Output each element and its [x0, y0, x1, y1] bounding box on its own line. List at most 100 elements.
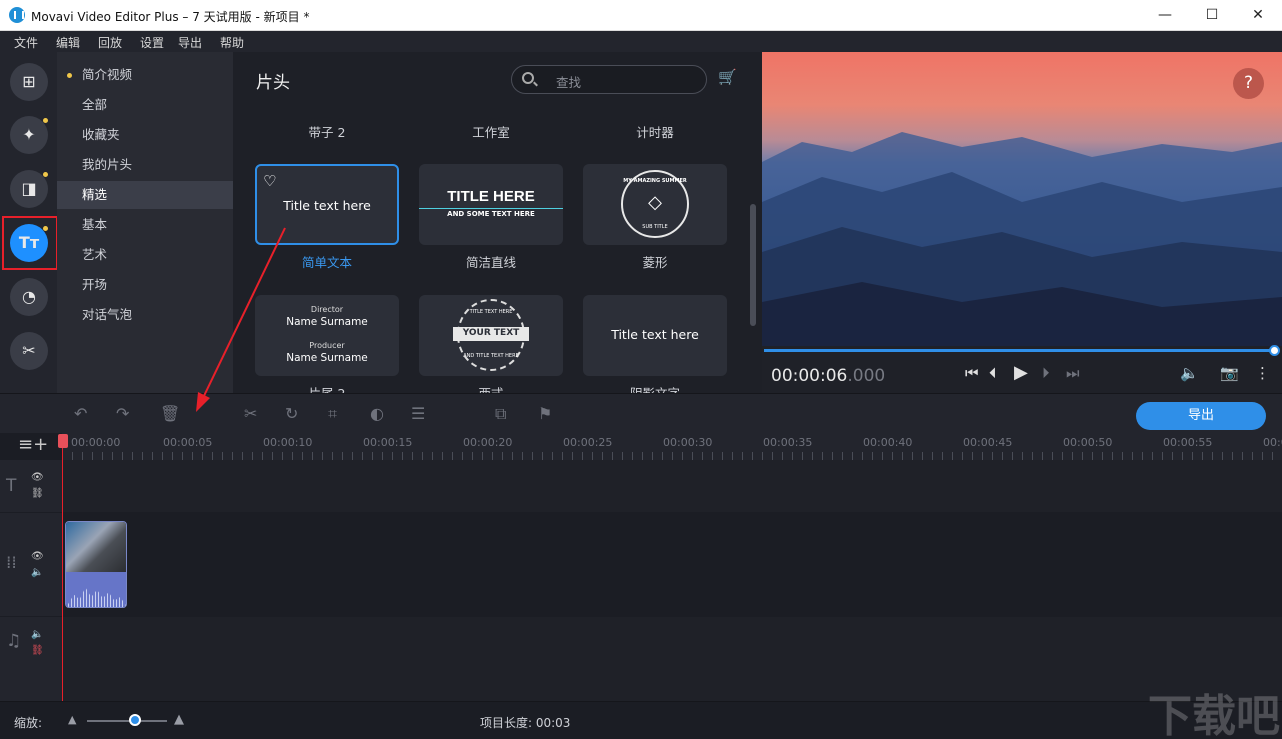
- tile-label-studio[interactable]: 工作室: [419, 122, 563, 141]
- title-tile-clean-line[interactable]: TITLE HERE AND SOME TEXT HERE: [419, 164, 563, 245]
- credits-role: Director: [310, 305, 344, 314]
- credits-name: Name Surname: [286, 316, 368, 328]
- zoom-slider-knob[interactable]: [129, 714, 141, 726]
- tile-label-timer[interactable]: 计时器: [583, 122, 727, 141]
- category-all[interactable]: 全部: [57, 91, 233, 119]
- title-tile-shadow-text[interactable]: Title text here: [583, 295, 727, 376]
- window-title: Movavi Video Editor Plus – 7 天试用版 - 新项目 …: [31, 10, 310, 24]
- close-button[interactable]: ✕: [1235, 0, 1281, 31]
- menu-playback[interactable]: 回放: [98, 34, 122, 51]
- color-adjust-icon[interactable]: ◐: [370, 404, 384, 423]
- minimize-button[interactable]: —: [1142, 0, 1188, 31]
- eye-icon[interactable]: 👁: [31, 472, 44, 483]
- cart-icon[interactable]: 🛒: [718, 68, 738, 86]
- tile-preview-text: Title text here: [283, 198, 371, 213]
- more-options-icon[interactable]: ⋮: [1255, 364, 1270, 382]
- transition-icon[interactable]: ◨: [10, 170, 48, 208]
- overlay-icon[interactable]: ⧉: [495, 404, 506, 424]
- magic-wand-icon[interactable]: ✦: [10, 116, 48, 154]
- title-tile-credits-2[interactable]: Director Name Surname Producer Name Surn…: [255, 295, 399, 376]
- zoom-in-icon[interactable]: ▲: [174, 712, 184, 727]
- category-list: 简介视频 全部 收藏夹 我的片头 精选 基本 艺术 开场 对话气泡: [57, 52, 233, 393]
- video-clip[interactable]: [65, 521, 127, 608]
- marker-flag-icon[interactable]: ⚑: [538, 404, 552, 423]
- tile-preview-line2: AND SOME TEXT HERE: [447, 210, 535, 218]
- music-note-icon: ♫: [6, 631, 22, 651]
- category-opening[interactable]: 开场: [57, 271, 233, 299]
- import-icon[interactable]: ⊞: [10, 63, 48, 101]
- timeline-ruler[interactable]: 00:00:00 00:00:05 00:00:10 00:00:15 00:0…: [62, 433, 1282, 460]
- cut-icon[interactable]: ✂: [244, 404, 257, 423]
- menu-file[interactable]: 文件: [14, 34, 38, 51]
- redo-icon[interactable]: ↷: [116, 404, 129, 423]
- rotate-icon[interactable]: ↻: [285, 404, 298, 423]
- volume-icon[interactable]: 🔈: [1180, 364, 1199, 382]
- tile-caption-clean-line: 简洁直线: [465, 255, 516, 270]
- zoom-out-icon[interactable]: ▲: [68, 713, 76, 726]
- video-track[interactable]: [62, 513, 1282, 616]
- ruler-label: 00:00:45: [963, 436, 1013, 449]
- tile-divider: [419, 208, 563, 209]
- tile-label-tape-2[interactable]: 带子 2: [255, 122, 399, 141]
- titles-gallery: 片头 查找 🛒 带子 2 工作室 计时器 ♡ Title text here 简…: [233, 52, 762, 393]
- status-bar: 缩放: ▲ ▲ 项目长度: 00:03: [0, 701, 1282, 739]
- ruler-label: 00:01: [1263, 436, 1282, 449]
- clip-audio: [66, 572, 126, 607]
- title-tile-diamond[interactable]: MY AMAZING SUMMER ◇ SUB TITLE: [583, 164, 727, 245]
- previous-frame-icon[interactable]: ⏴: [989, 364, 997, 382]
- tile-preview-line3: AND TITLE TEXT HERE: [463, 353, 519, 359]
- snapshot-camera-icon[interactable]: 📷: [1220, 364, 1239, 382]
- category-intro-video[interactable]: 简介视频: [57, 61, 233, 89]
- music-track-header: ♫ 🔈 ⛓: [0, 617, 62, 701]
- playhead-handle[interactable]: [58, 434, 68, 448]
- delete-icon[interactable]: 🗑: [160, 404, 180, 423]
- category-featured[interactable]: 精选: [57, 181, 233, 209]
- title-tile-simple-text[interactable]: ♡ Title text here: [255, 164, 399, 245]
- category-my-titles[interactable]: 我的片头: [57, 151, 233, 179]
- maximize-button[interactable]: ☐: [1189, 0, 1235, 31]
- preview-progress-knob[interactable]: [1269, 345, 1280, 356]
- tile-caption-diamond: 菱形: [642, 255, 668, 270]
- new-dot: [43, 118, 48, 123]
- menu-help[interactable]: 帮助: [220, 34, 244, 51]
- category-basic[interactable]: 基本: [57, 211, 233, 239]
- equalizer-icon[interactable]: ☰: [411, 404, 425, 423]
- zoom-slider[interactable]: [87, 720, 167, 722]
- category-favorites[interactable]: 收藏夹: [57, 121, 233, 149]
- undo-icon[interactable]: ↶: [74, 404, 87, 423]
- category-speech-bubbles[interactable]: 对话气泡: [57, 301, 233, 329]
- audio-waveform: [68, 587, 126, 607]
- link-broken-icon[interactable]: ⛓: [31, 645, 44, 656]
- crop-icon[interactable]: ⌗: [328, 404, 337, 424]
- next-frame-icon[interactable]: ⏵: [1042, 364, 1050, 382]
- more-tools-icon[interactable]: ✂: [10, 332, 48, 370]
- menu-export[interactable]: 导出: [178, 34, 202, 51]
- title-track[interactable]: [62, 460, 1282, 512]
- music-track[interactable]: [62, 617, 1282, 701]
- menu-settings[interactable]: 设置: [140, 34, 164, 51]
- search-input[interactable]: 查找: [511, 65, 707, 94]
- preview-progress-bar[interactable]: [764, 349, 1274, 352]
- timeline-toolbar: ↶ ↷ 🗑 ✂ ↻ ⌗ ◐ ☰ ⧉ ⚑ 导出: [0, 393, 1282, 433]
- title-tile-western[interactable]: TITLE TEXT HERE YOUR TEXT AND TITLE TEXT…: [419, 295, 563, 376]
- play-icon[interactable]: ▶: [1014, 362, 1028, 383]
- menu-edit[interactable]: 编辑: [56, 34, 80, 51]
- add-track-icon[interactable]: ≡+: [18, 434, 48, 455]
- timecode-display: 00:00:06.000: [771, 366, 885, 386]
- timecode-main: 00:00:06: [771, 366, 848, 386]
- ruler-label: 00:00:25: [563, 436, 613, 449]
- gallery-scrollbar[interactable]: [750, 204, 756, 326]
- skip-to-end-icon[interactable]: ⏭: [1066, 364, 1080, 382]
- category-art[interactable]: 艺术: [57, 241, 233, 269]
- link-icon[interactable]: ⛓: [31, 488, 44, 499]
- speaker-icon[interactable]: 🔈: [31, 567, 43, 578]
- skip-to-start-icon[interactable]: ⏮: [965, 364, 979, 382]
- speaker-icon[interactable]: 🔈: [31, 629, 43, 640]
- credits-name: Name Surname: [286, 352, 368, 364]
- heart-icon[interactable]: ♡: [263, 172, 276, 190]
- eye-icon[interactable]: 👁: [31, 551, 44, 562]
- export-button[interactable]: 导出: [1136, 402, 1266, 430]
- help-button[interactable]: ?: [1233, 68, 1264, 99]
- stickers-icon[interactable]: ◔: [10, 278, 48, 316]
- titles-highlight-box: [2, 216, 58, 270]
